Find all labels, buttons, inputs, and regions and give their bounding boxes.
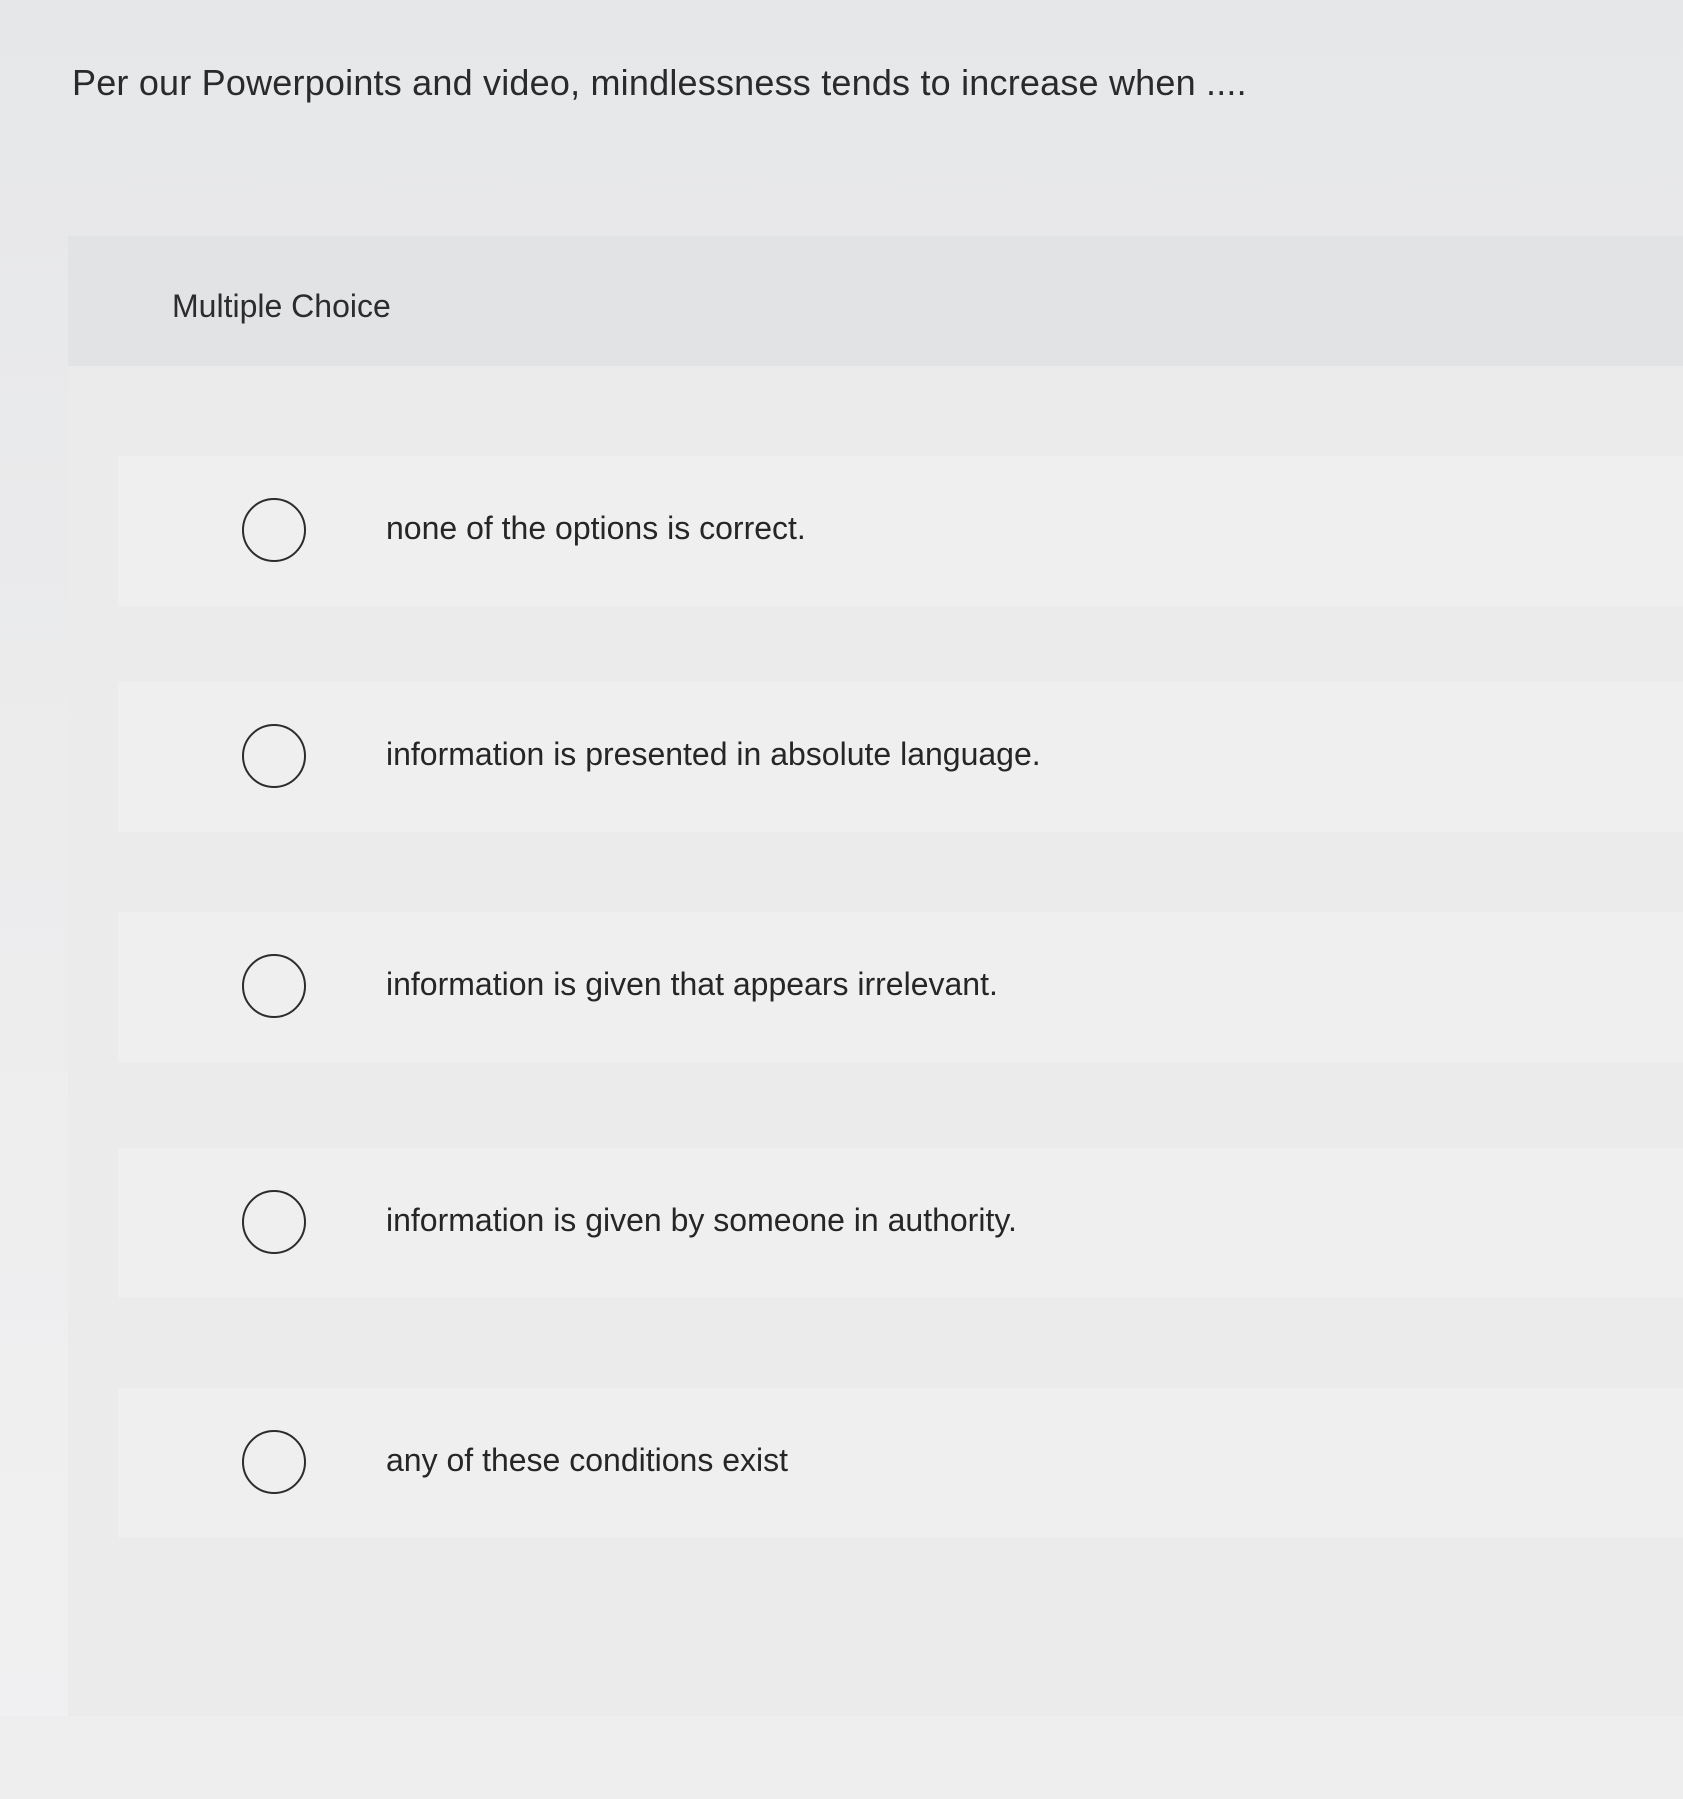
answer-option-label: information is given that appears irrele…: [386, 966, 998, 1002]
radio-button[interactable]: [242, 1190, 306, 1254]
question-text: Per our Powerpoints and video, mindlessn…: [72, 62, 1247, 103]
answer-option[interactable]: information is presented in absolute lan…: [118, 682, 1683, 832]
footer-area: [0, 1716, 1683, 1799]
answer-option-label: information is presented in absolute lan…: [386, 736, 1041, 772]
radio-button[interactable]: [242, 498, 306, 562]
radio-button[interactable]: [242, 724, 306, 788]
question-card: Multiple Choice none of the options is c…: [68, 236, 1683, 1716]
answer-options: none of the options is correct. informat…: [68, 236, 1683, 1716]
answer-option-label: any of these conditions exist: [386, 1442, 789, 1478]
answer-option[interactable]: any of these conditions exist: [118, 1388, 1683, 1538]
radio-button[interactable]: [242, 954, 306, 1018]
answer-option-label: information is given by someone in autho…: [386, 1202, 1017, 1238]
answer-option[interactable]: none of the options is correct.: [118, 456, 1683, 606]
answer-option[interactable]: information is given that appears irrele…: [118, 912, 1683, 1062]
radio-button[interactable]: [242, 1430, 306, 1494]
answer-option-label: none of the options is correct.: [386, 510, 806, 546]
answer-option[interactable]: information is given by someone in autho…: [118, 1148, 1683, 1298]
